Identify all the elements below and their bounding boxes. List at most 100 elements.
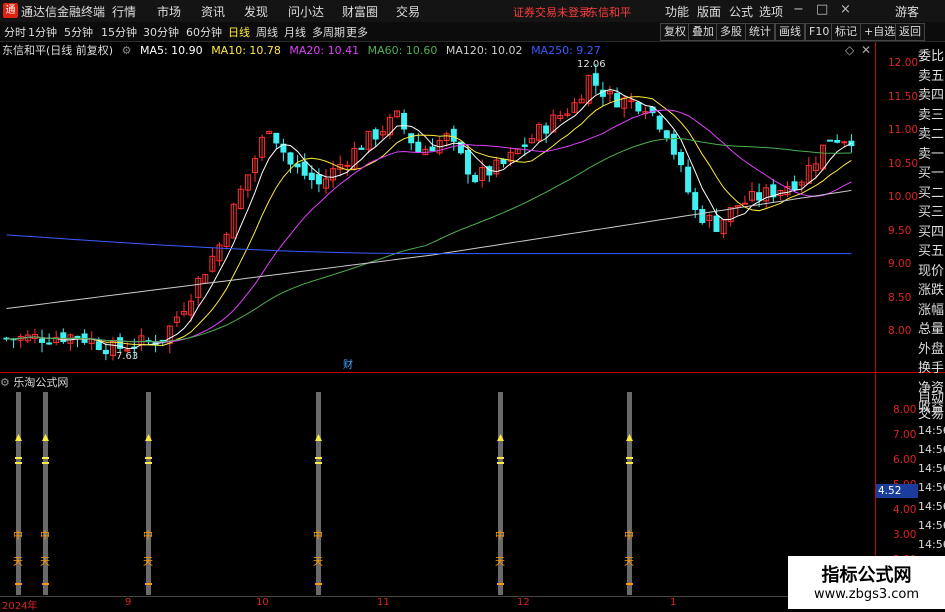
candle-body	[656, 115, 663, 130]
candle-body	[315, 174, 322, 185]
maximize-icon[interactable]: □	[816, 2, 828, 17]
indicator-title: 乐淘公式网	[13, 376, 69, 389]
menu-faxian[interactable]: 发现	[244, 3, 268, 20]
menu-caifuquan[interactable]: 财富圈	[342, 3, 378, 20]
period-30min[interactable]: 30分钟	[143, 24, 179, 40]
signal-char: 中	[40, 529, 50, 542]
button-biaoji[interactable]: 标记	[831, 23, 861, 41]
quote-label: 买三	[918, 205, 945, 220]
signal-mark	[626, 583, 633, 585]
candle-body	[699, 209, 706, 223]
minimize-icon[interactable]: −	[793, 2, 804, 17]
quote-label[interactable]: 交易	[918, 403, 945, 422]
price-tick: 10.00	[888, 191, 919, 203]
ma20-line	[6, 109, 852, 343]
signal-mark	[497, 583, 504, 585]
period-more[interactable]: 更多	[346, 24, 368, 40]
button-huaxian[interactable]: 画线	[775, 23, 805, 41]
indicator-current-value: 4.52	[876, 484, 918, 498]
period-weekly[interactable]: 周线	[256, 24, 278, 40]
menu-xuanxiang[interactable]: 选项	[759, 3, 783, 20]
button-duogu[interactable]: 多股	[716, 23, 746, 41]
chart-close-icon[interactable]: ✕	[861, 43, 871, 57]
button-f10[interactable]: F10	[805, 23, 834, 41]
candle-body	[74, 335, 81, 339]
quote-label: 买二	[918, 185, 945, 201]
candle-body	[301, 161, 308, 176]
menu-jiaoyi[interactable]: 交易	[396, 3, 420, 20]
stock-name: 东信和平	[587, 6, 631, 19]
price-tick: 10.50	[888, 157, 919, 170]
indicator-tick: 7.00	[893, 429, 917, 441]
quote-label: 买四	[918, 224, 945, 240]
signal-mark	[315, 462, 322, 464]
button-diejia[interactable]: 叠加	[688, 23, 718, 41]
x-label-sep: 9	[125, 597, 132, 608]
button-add-watchlist[interactable]: +自选	[860, 23, 900, 41]
x-label-2024: 2024年	[2, 601, 38, 612]
menu-shichang[interactable]: 市场	[157, 3, 181, 20]
price-tick: 12.00	[888, 57, 919, 69]
candle-body	[827, 139, 834, 142]
period-fenshi[interactable]: 分时	[4, 24, 26, 40]
indicator-chart[interactable]: 中天 中天 中天 中天 中天 中天	[0, 389, 875, 595]
period-60min[interactable]: 60分钟	[186, 24, 222, 40]
indicator-tick: 8.00	[893, 404, 917, 416]
signal-mark	[145, 457, 152, 459]
menu-gongshi[interactable]: 公式	[729, 3, 753, 20]
guest-label[interactable]: 游客	[895, 3, 919, 20]
indicator-tick: 6.00	[893, 454, 917, 466]
candlestick-chart[interactable]: 12.06 7.63 财	[0, 58, 875, 372]
period-15min[interactable]: 15分钟	[101, 24, 137, 40]
period-daily[interactable]: 日线	[228, 24, 250, 40]
quote-label: 委比	[918, 49, 945, 64]
quote-label: 买五	[918, 244, 945, 259]
chart-expand-icon[interactable]: ◇	[845, 43, 854, 57]
x-label-jan: 1	[670, 597, 677, 608]
ma-legend: 东信和平(日线 前复权) ⚙ MA5: 10.90 MA10: 10.78 MA…	[0, 42, 606, 58]
ma120-line	[6, 189, 852, 310]
button-fuquan[interactable]: 复权	[660, 23, 690, 41]
menu-zixun[interactable]: 资讯	[201, 3, 225, 20]
settings-gear-icon[interactable]: ⚙	[122, 44, 132, 57]
menu-banmian[interactable]: 版面	[697, 3, 721, 20]
candle-body	[102, 349, 109, 355]
candle-body	[592, 73, 599, 86]
candle-body	[663, 130, 670, 138]
high-price-label: 12.06	[577, 59, 606, 70]
signal-mark	[15, 583, 22, 585]
button-back[interactable]: 返回	[895, 23, 925, 41]
signal-char: 中	[495, 529, 505, 542]
candle-body	[741, 202, 748, 205]
quote-label: 卖二	[918, 127, 945, 142]
menu-wenxiaoda[interactable]: 问小达	[288, 3, 324, 20]
candle-body	[791, 181, 798, 191]
signal-mark	[15, 457, 22, 459]
period-1min[interactable]: 1分钟	[28, 24, 57, 40]
candle-body	[358, 147, 365, 150]
menu-hangqing[interactable]: 行情	[112, 3, 136, 20]
signal-char: 天	[143, 557, 153, 568]
candle-body	[685, 166, 692, 193]
indicator-gear-icon[interactable]: ⚙	[0, 376, 10, 389]
period-5min[interactable]: 5分钟	[64, 24, 93, 40]
x-label-oct: 10	[256, 597, 269, 608]
period-multi[interactable]: 多周期	[312, 24, 345, 40]
financial-report-marker: 财	[343, 358, 353, 371]
quote-label: 外盘	[918, 341, 945, 357]
watermark: 指标公式网 www.zbgs3.com	[788, 556, 945, 609]
period-monthly[interactable]: 月线	[284, 24, 306, 40]
app-logo-icon: 通	[3, 3, 18, 18]
signal-char: 天	[624, 557, 634, 568]
signal-mark	[42, 583, 49, 585]
candle-body	[465, 149, 471, 175]
signal-mark	[626, 457, 633, 459]
button-tongji[interactable]: 统计	[745, 23, 775, 41]
menu-gongneng[interactable]: 功能	[665, 3, 689, 20]
trade-login-status[interactable]: 证券交易未登录	[513, 4, 590, 20]
x-label-nov: 11	[377, 597, 390, 608]
quote-label: 买一	[918, 166, 945, 181]
quote-label: 卖一	[918, 146, 945, 162]
close-icon[interactable]: ×	[840, 2, 851, 17]
candle-body	[308, 172, 315, 181]
